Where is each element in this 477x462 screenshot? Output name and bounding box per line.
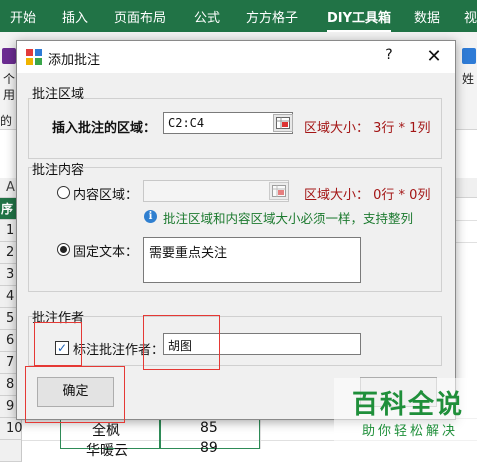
content-range-radio[interactable] [57, 186, 70, 199]
dialog-titlebar[interactable]: 添加批注 ? ✕ [17, 41, 455, 73]
tab-data[interactable]: 数据 [414, 7, 440, 26]
region-picker-button[interactable] [273, 114, 293, 132]
content-range-picker-button[interactable] [269, 182, 289, 200]
cell-score[interactable]: 85 [200, 420, 218, 436]
ribbon-tab-bar: 开始 插入 页面布局 公式 方方格子 DIY工具箱 数据 视 [0, 0, 477, 33]
dialog-title: 添加批注 [48, 53, 101, 68]
content-range-input[interactable] [143, 180, 289, 202]
ribbon-snippet: 用 [3, 88, 16, 102]
ribbon-user-icon[interactable] [462, 48, 476, 64]
fixed-text-radio[interactable] [57, 243, 70, 256]
ribbon-snippet: 姓 [462, 72, 475, 86]
cell-score[interactable]: 89 [200, 440, 218, 456]
tab-view[interactable]: 视 [464, 7, 477, 26]
fixed-text-input[interactable]: 需要重点关注 [143, 237, 361, 283]
content-range-label[interactable]: 内容区域： [73, 184, 138, 203]
region-group-title: 批注区域 [32, 87, 85, 102]
cell-name[interactable]: 华暖云 [86, 440, 128, 460]
ribbon-snippet: 个 [3, 72, 16, 86]
content-range-size-text: 区域大小： 0行 * 0列 [304, 188, 431, 203]
help-button[interactable]: ? [379, 47, 399, 67]
cell-name[interactable]: 全枫 [92, 420, 120, 440]
range-select-icon [276, 117, 290, 129]
app-icon [26, 49, 42, 65]
ribbon-tool-icon[interactable] [2, 48, 16, 64]
content-group-title: 批注内容 [32, 163, 85, 178]
tab-page-layout[interactable]: 页面布局 [114, 7, 166, 26]
tab-home[interactable]: 开始 [10, 7, 36, 26]
tab-insert[interactable]: 插入 [62, 7, 88, 26]
tab-diy-toolbox[interactable]: DIY工具箱 [327, 7, 392, 33]
column-header-a[interactable]: A [6, 180, 15, 195]
highlight-box [34, 322, 82, 366]
info-icon: i [144, 210, 157, 223]
tab-formulas[interactable]: 公式 [194, 7, 220, 26]
row-number[interactable] [0, 440, 22, 462]
close-button[interactable]: ✕ [422, 45, 446, 69]
row-number[interactable]: 10 [0, 418, 23, 440]
region-size-text: 区域大小： 3行 * 1列 [304, 121, 431, 136]
region-label: 插入批注的区域： [52, 121, 157, 136]
info-text: 批注区域和内容区域大小必须一样，支持整列 [163, 211, 414, 226]
add-comment-dialog: 添加批注 ? ✕ 批注区域 插入批注的区域： C2:C4 区域大小： 3行 * … [16, 40, 456, 420]
fixed-text-label[interactable]: 固定文本： [73, 241, 138, 260]
watermark-slogan: 助你轻松解决 [362, 424, 459, 439]
tab-fangfang[interactable]: 方方格子 [246, 7, 298, 26]
highlight-box [25, 366, 125, 423]
range-select-icon [272, 185, 286, 197]
ribbon-snippet: 的 [0, 114, 13, 128]
highlight-box [143, 315, 220, 370]
watermark-logo: 百科全说 [352, 390, 465, 420]
